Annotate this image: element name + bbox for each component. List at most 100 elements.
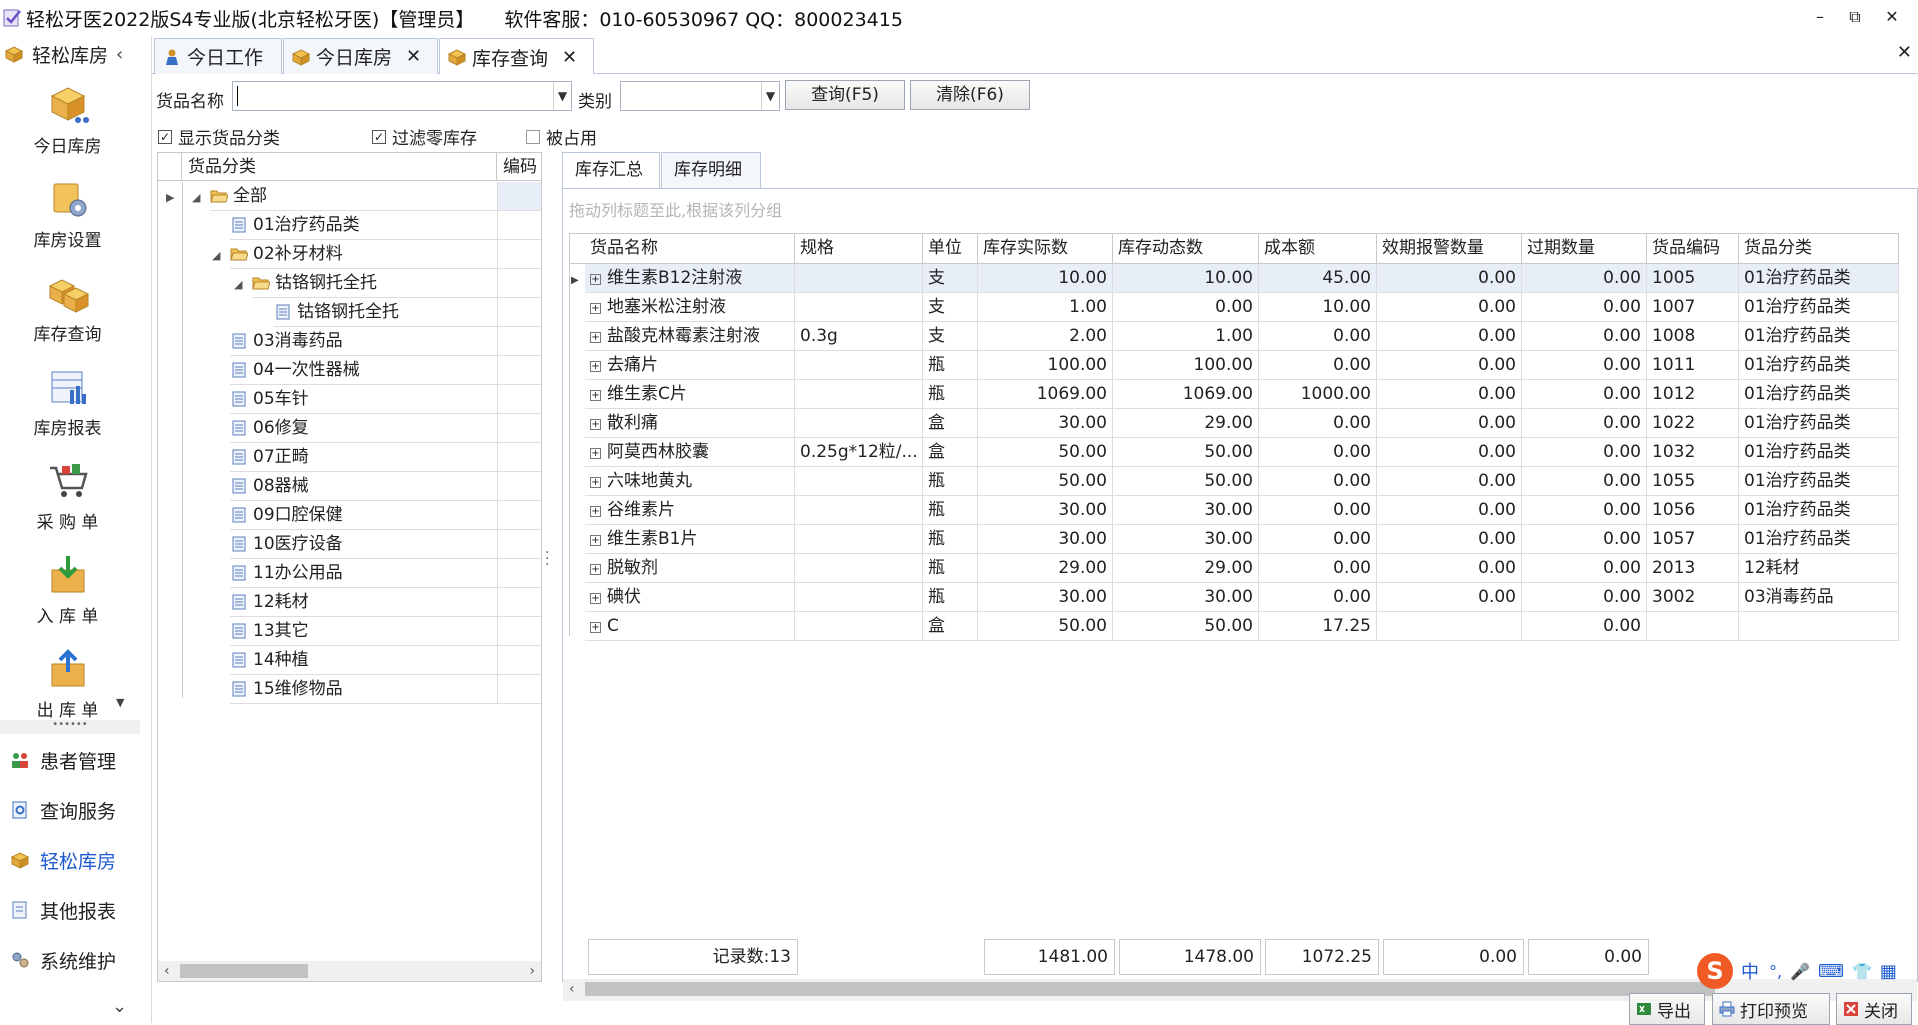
panel-splitter[interactable]: · · · — [545, 546, 549, 572]
table-cell[interactable]: 瓶 — [923, 583, 978, 612]
table-cell[interactable]: 50.00 — [1113, 467, 1259, 496]
restore-button[interactable]: ⧉ — [1835, 4, 1875, 30]
tree-node[interactable]: 07正畸 — [158, 443, 541, 472]
table-cell[interactable]: 50.00 — [1113, 612, 1259, 641]
grid-col-header[interactable]: 规格 — [795, 233, 923, 264]
table-cell[interactable]: 0.00 — [1522, 525, 1647, 554]
scroll-right-icon[interactable]: › — [529, 961, 535, 981]
grid-col-header[interactable]: 效期报警数量 — [1377, 233, 1522, 264]
table-cell[interactable] — [795, 380, 923, 409]
nav-other-reports[interactable]: 其他报表 — [10, 892, 116, 928]
show-category-checkbox[interactable]: ✓ 显示货品分类 — [158, 124, 280, 149]
table-cell[interactable]: 30.00 — [1113, 525, 1259, 554]
tree-node-cell[interactable]: 09口腔保健 — [230, 501, 497, 530]
table-cell[interactable]: 01治疗药品类 — [1739, 409, 1899, 438]
filter-zero-stock-checkbox[interactable]: ✓ 过滤零库存 — [372, 124, 477, 149]
table-cell[interactable]: 50.00 — [978, 612, 1113, 641]
table-cell[interactable]: 0.00 — [1377, 293, 1522, 322]
expand-row-icon[interactable]: + — [590, 564, 601, 575]
table-cell[interactable]: 1007 — [1647, 293, 1739, 322]
table-cell[interactable]: + 阿莫西林胶囊 — [585, 438, 795, 467]
chevron-down-icon[interactable]: ▼ — [761, 82, 779, 110]
table-cell[interactable]: 0.00 — [1522, 496, 1647, 525]
table-cell[interactable] — [1647, 612, 1739, 641]
tree-node[interactable]: ◢ 钴铬钢托全托 — [158, 269, 541, 298]
table-cell[interactable]: 0.00 — [1259, 496, 1377, 525]
table-cell[interactable]: + 地塞米松注射液 — [585, 293, 795, 322]
nav-today-warehouse[interactable]: 今日库房 — [0, 84, 135, 157]
tab-stock-detail[interactable]: 库存明细 — [661, 152, 761, 188]
expand-row-icon[interactable]: + — [590, 274, 601, 285]
table-cell[interactable]: 0.00 — [1259, 583, 1377, 612]
tree-node-cell[interactable]: 钴铬钢托全托 — [252, 269, 497, 298]
table-cell[interactable]: 50.00 — [1113, 438, 1259, 467]
table-cell[interactable]: 0.00 — [1522, 322, 1647, 351]
tree-node[interactable]: 10医疗设备 — [158, 530, 541, 559]
expand-row-icon[interactable]: + — [590, 419, 601, 430]
table-cell[interactable]: 0.00 — [1522, 409, 1647, 438]
table-cell[interactable]: 0.00 — [1377, 380, 1522, 409]
print-preview-button[interactable]: 打印预览 — [1712, 993, 1830, 1025]
table-cell[interactable]: 支 — [923, 322, 978, 351]
table-cell[interactable]: 0.00 — [1522, 351, 1647, 380]
tab-stock-summary[interactable]: 库存汇总 — [562, 152, 660, 189]
table-cell[interactable]: 1056 — [1647, 496, 1739, 525]
clear-button[interactable]: 清除(F6) — [910, 80, 1030, 110]
microphone-icon[interactable]: 🎤 — [1790, 962, 1810, 981]
tree-col-category[interactable]: 货品分类 — [182, 153, 497, 181]
tree-collapse-icon[interactable]: ◢ — [234, 278, 242, 291]
grid-col-header[interactable]: 库存实际数 — [978, 233, 1113, 264]
table-cell[interactable]: 29.00 — [1113, 409, 1259, 438]
table-cell[interactable]: 0.00 — [1259, 322, 1377, 351]
expand-row-icon[interactable]: + — [590, 448, 601, 459]
table-cell[interactable]: 0.00 — [1377, 322, 1522, 351]
keyboard-icon[interactable]: ⌨ — [1818, 961, 1844, 982]
expand-row-icon[interactable]: + — [590, 477, 601, 488]
table-cell[interactable]: 1.00 — [1113, 322, 1259, 351]
tree-node[interactable]: 13其它 — [158, 617, 541, 646]
table-cell[interactable]: 1057 — [1647, 525, 1739, 554]
tree-node-cell[interactable]: 06修复 — [230, 414, 497, 443]
ime-mode-toggle[interactable]: 中 — [1741, 958, 1759, 984]
table-cell[interactable]: 01治疗药品类 — [1739, 438, 1899, 467]
table-cell[interactable]: 0.00 — [1377, 467, 1522, 496]
table-cell[interactable] — [795, 264, 923, 293]
category-select[interactable]: ▼ — [620, 81, 780, 111]
table-cell[interactable]: 0.00 — [1377, 496, 1522, 525]
table-cell[interactable]: 0.00 — [1377, 264, 1522, 293]
grid-col-header[interactable]: 货品分类 — [1739, 233, 1899, 264]
table-cell[interactable]: + 维生素C片 — [585, 380, 795, 409]
tree-node-cell[interactable]: 15维修物品 — [230, 675, 497, 704]
nav-system-maintenance[interactable]: 系统维护 — [10, 942, 116, 978]
table-cell[interactable]: 0.00 — [1522, 380, 1647, 409]
table-cell[interactable]: 0.00 — [1259, 409, 1377, 438]
table-cell[interactable]: 01治疗药品类 — [1739, 496, 1899, 525]
tab-today-warehouse[interactable]: 今日库房 ✕ — [283, 38, 438, 74]
table-cell[interactable] — [795, 409, 923, 438]
nav-stock-query[interactable]: 库存查询 — [0, 272, 135, 345]
table-cell[interactable]: 0.00 — [1522, 438, 1647, 467]
tree-node[interactable]: 12耗材 — [158, 588, 541, 617]
table-cell[interactable] — [795, 554, 923, 583]
expand-row-icon[interactable]: + — [590, 593, 601, 604]
tree-collapse-icon[interactable]: ◢ — [212, 249, 220, 262]
tree-node-cell[interactable]: 03消毒药品 — [230, 327, 497, 356]
table-cell[interactable]: 30.00 — [1113, 583, 1259, 612]
table-cell[interactable]: 0.00 — [1259, 525, 1377, 554]
table-cell[interactable]: 50.00 — [978, 438, 1113, 467]
tree-node[interactable]: 01治疗药品类 — [158, 211, 541, 240]
grid-col-header[interactable]: 单位 — [923, 233, 978, 264]
table-cell[interactable]: 01治疗药品类 — [1739, 380, 1899, 409]
nav-purchase-order[interactable]: 采 购 单 — [0, 460, 135, 533]
export-button[interactable]: 导出 — [1629, 993, 1705, 1025]
nav-easy-warehouse[interactable]: 轻松库房 — [10, 842, 116, 878]
table-cell[interactable]: 1005 — [1647, 264, 1739, 293]
tab-today-work[interactable]: 今日工作 — [154, 38, 282, 74]
table-cell[interactable]: + 散利痛 — [585, 409, 795, 438]
tab-today-warehouse-close-icon[interactable]: ✕ — [406, 46, 421, 67]
tree-node[interactable]: 钴铬钢托全托 — [158, 298, 541, 327]
grid-col-header[interactable]: 货品名称 — [585, 233, 795, 264]
tree-node[interactable]: 14种植 — [158, 646, 541, 675]
table-cell[interactable]: + 碘伏 — [585, 583, 795, 612]
nav-splitter-grip[interactable]: •••••• — [0, 720, 140, 734]
